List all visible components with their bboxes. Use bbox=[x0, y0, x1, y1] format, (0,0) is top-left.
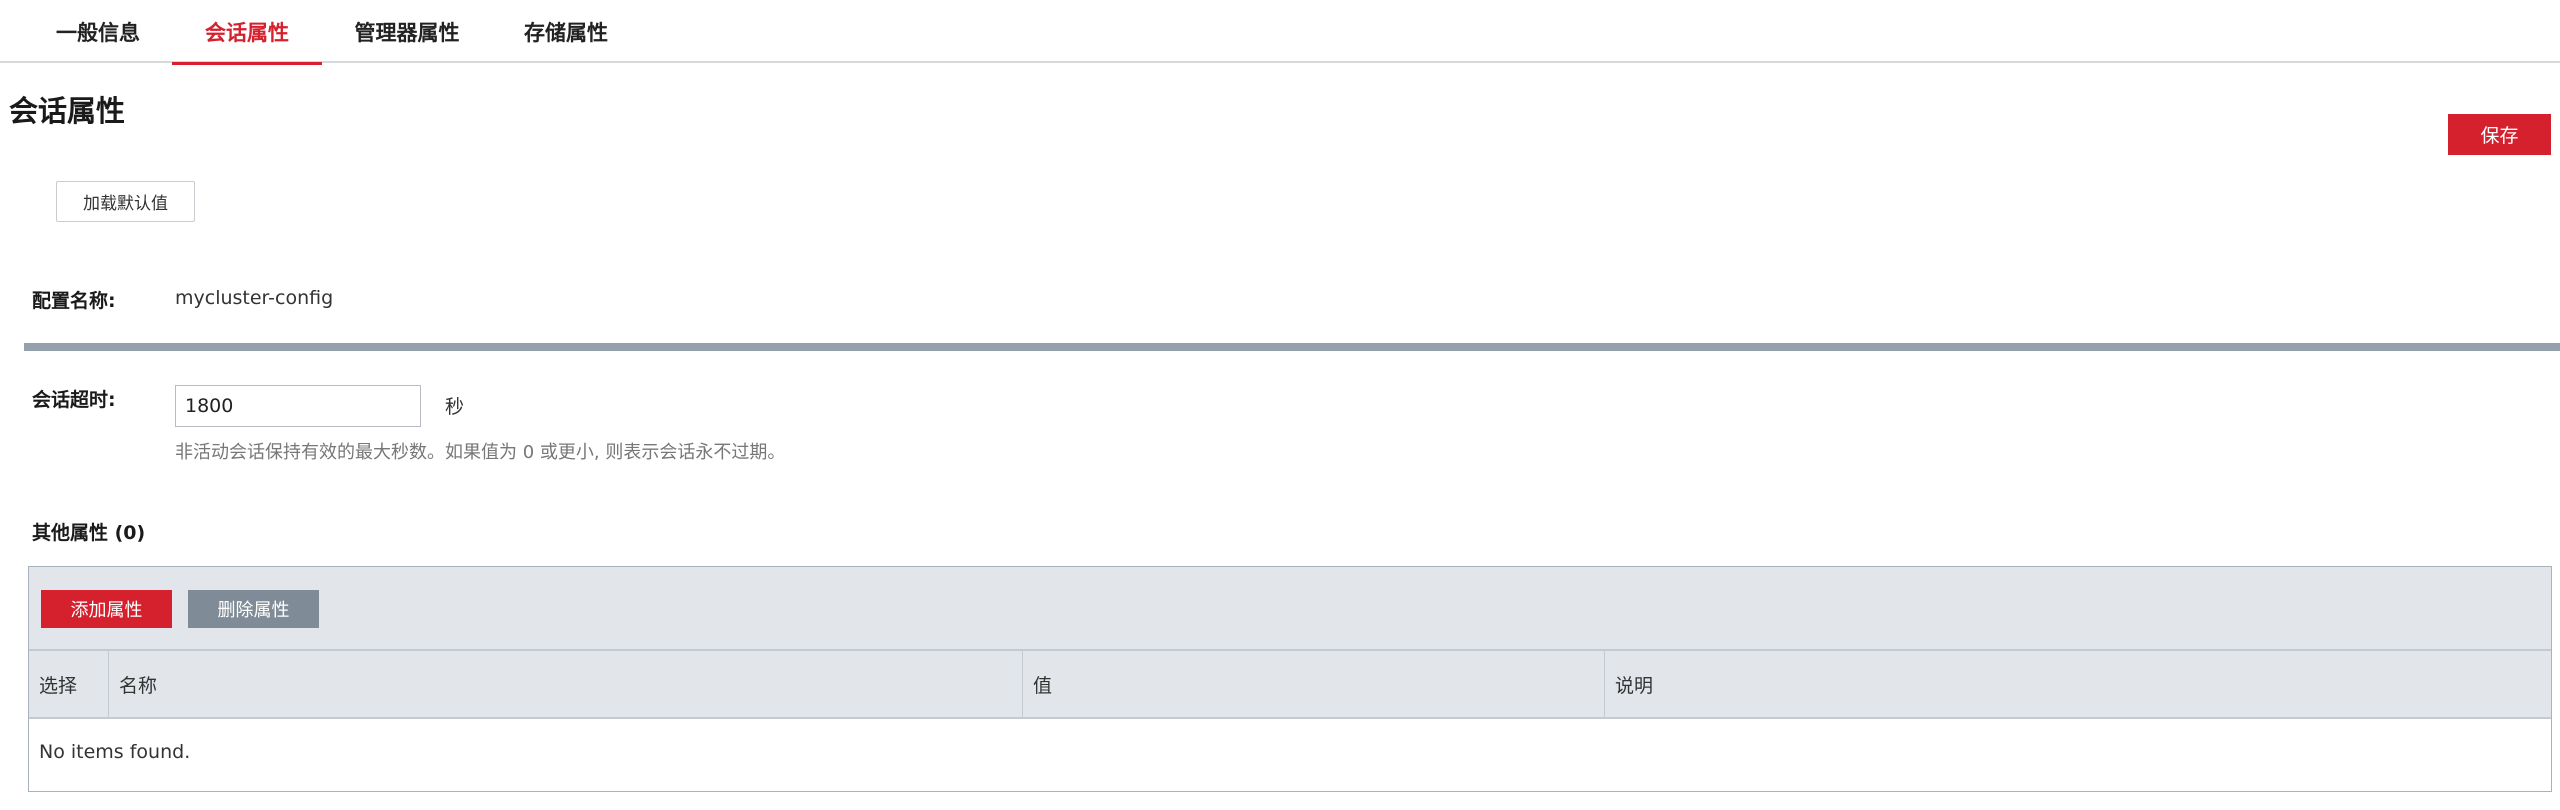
column-header-description[interactable]: 说明 bbox=[1604, 651, 2551, 717]
tab-store-properties[interactable]: 存储属性 bbox=[510, 0, 622, 63]
column-header-name[interactable]: 名称 bbox=[108, 651, 1022, 717]
delete-property-button[interactable]: 删除属性 bbox=[188, 590, 319, 628]
session-timeout-label: 会话超时: bbox=[32, 389, 116, 411]
table-header: 选择 名称 值 说明 bbox=[29, 651, 2551, 719]
table-toolbar: 添加属性 删除属性 bbox=[29, 567, 2551, 651]
column-header-value[interactable]: 值 bbox=[1022, 651, 1604, 717]
tab-general-info[interactable]: 一般信息 bbox=[36, 0, 160, 63]
column-header-select[interactable]: 选择 bbox=[29, 651, 108, 717]
config-name-value: mycluster-config bbox=[175, 287, 334, 309]
session-timeout-input[interactable] bbox=[175, 385, 421, 427]
load-defaults-button[interactable]: 加载默认值 bbox=[56, 181, 195, 222]
add-property-button[interactable]: 添加属性 bbox=[41, 590, 172, 628]
page-title: 会话属性 bbox=[9, 94, 126, 128]
section-divider bbox=[24, 343, 2560, 351]
other-properties-table: 添加属性 删除属性 选择 名称 值 说明 No items found. bbox=[28, 566, 2552, 792]
tab-manager-properties[interactable]: 管理器属性 bbox=[340, 0, 474, 63]
tab-session-properties[interactable]: 会话属性 bbox=[172, 0, 322, 65]
config-name-label: 配置名称: bbox=[32, 290, 116, 312]
empty-table-message: No items found. bbox=[39, 741, 191, 763]
save-button[interactable]: 保存 bbox=[2448, 114, 2551, 155]
session-timeout-hint: 非活动会话保持有效的最大秒数。如果值为 0 或更小, 则表示会话永不过期。 bbox=[175, 442, 786, 463]
session-timeout-unit: 秒 bbox=[445, 396, 465, 418]
tab-bar: 一般信息 会话属性 管理器属性 存储属性 bbox=[0, 0, 2560, 65]
other-properties-title: 其他属性 (0) bbox=[32, 522, 146, 544]
